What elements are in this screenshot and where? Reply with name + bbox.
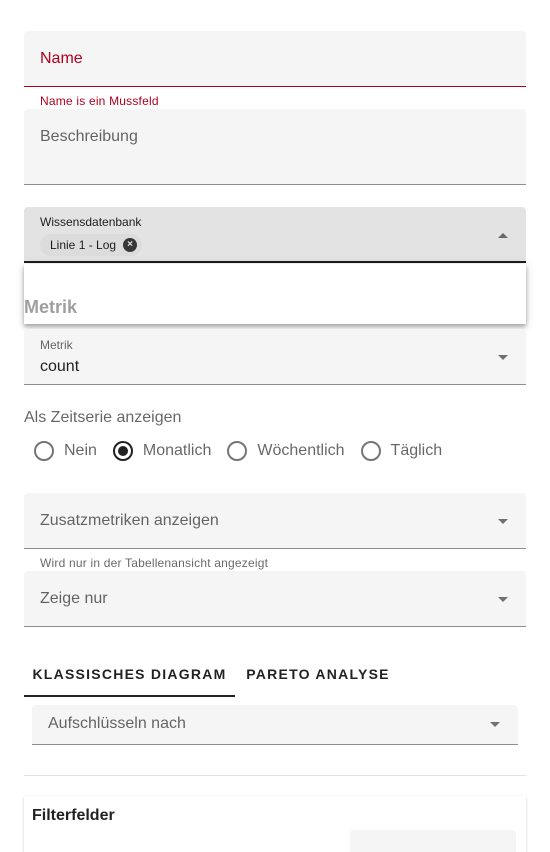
chevron-up-icon: [498, 233, 508, 238]
radio-button-icon[interactable]: [360, 441, 381, 461]
filterfelder-title: Filterfelder: [32, 807, 115, 824]
zeitserie-label: Als Zeitserie anzeigen: [24, 409, 182, 426]
radio-taeglich[interactable]: Täglich: [360, 441, 443, 461]
zeige-nur-placeholder: Zeige nur: [40, 590, 108, 607]
zeitserie-radio-group: Nein Monatlich Wöchentlich Täglich: [24, 439, 448, 463]
chip-remove-icon[interactable]: ×: [123, 238, 138, 252]
name-field[interactable]: Name: [24, 31, 526, 87]
aufschluesseln-select[interactable]: Aufschlüsseln nach: [32, 705, 518, 745]
radio-label: Wöchentlich: [257, 442, 345, 459]
chevron-down-icon: [498, 355, 508, 360]
radio-label: Monatlich: [142, 442, 212, 459]
radio-nein[interactable]: Nein: [34, 441, 97, 461]
wissensdatenbank-label: Wissensdatenbank: [40, 215, 142, 229]
filter-field-input[interactable]: [350, 830, 516, 852]
radio-button-icon[interactable]: [34, 441, 54, 461]
wissensdatenbank-select[interactable]: Wissensdatenbank Linie 1 - Log ×: [24, 207, 526, 263]
name-placeholder: Name: [40, 50, 83, 67]
section-divider: [24, 775, 526, 776]
dropdown-group-label: Metrik: [24, 297, 78, 317]
tab-pareto-analyse[interactable]: Pareto Analyse: [235, 651, 401, 697]
beschreibung-placeholder: Beschreibung: [40, 128, 138, 145]
aufschluesseln-placeholder: Aufschlüsseln nach: [48, 715, 186, 732]
zusatzmetriken-hint: Wird nur in der Tabellenansicht angezeig…: [40, 556, 269, 570]
beschreibung-textarea[interactable]: Beschreibung: [24, 109, 526, 185]
zusatzmetriken-select[interactable]: Zusatzmetriken anzeigen: [24, 493, 526, 549]
chip-label: Linie 1 - Log: [50, 238, 117, 252]
metrik-select[interactable]: Metrik count: [24, 329, 526, 385]
radio-button-icon[interactable]: [227, 441, 248, 461]
radio-label: Nein: [64, 442, 97, 459]
chevron-down-icon: [498, 597, 508, 602]
zeige-nur-select[interactable]: Zeige nur: [24, 571, 526, 627]
zusatzmetriken-placeholder: Zusatzmetriken anzeigen: [40, 512, 219, 529]
name-error-message: Name is ein Mussfeld: [40, 94, 159, 108]
radio-button-checked-icon[interactable]: [112, 441, 133, 461]
wissensdatenbank-dropdown-panel: Metrik: [24, 264, 526, 324]
diagram-tabs: Klassisches Diagram Pareto Analyse: [24, 651, 526, 697]
chevron-down-icon: [498, 519, 508, 524]
radio-label: Täglich: [390, 442, 443, 459]
chip-linie-1-log[interactable]: Linie 1 - Log ×: [40, 234, 143, 256]
chevron-down-icon: [490, 722, 500, 727]
radio-monatlich[interactable]: Monatlich: [112, 441, 212, 461]
metrik-value: count: [40, 358, 80, 375]
metrik-label: Metrik: [40, 338, 73, 352]
radio-woechentlich[interactable]: Wöchentlich: [227, 441, 345, 461]
filterfelder-card: Filterfelder: [24, 796, 526, 852]
tab-klassisches-diagram[interactable]: Klassisches Diagram: [24, 651, 235, 697]
